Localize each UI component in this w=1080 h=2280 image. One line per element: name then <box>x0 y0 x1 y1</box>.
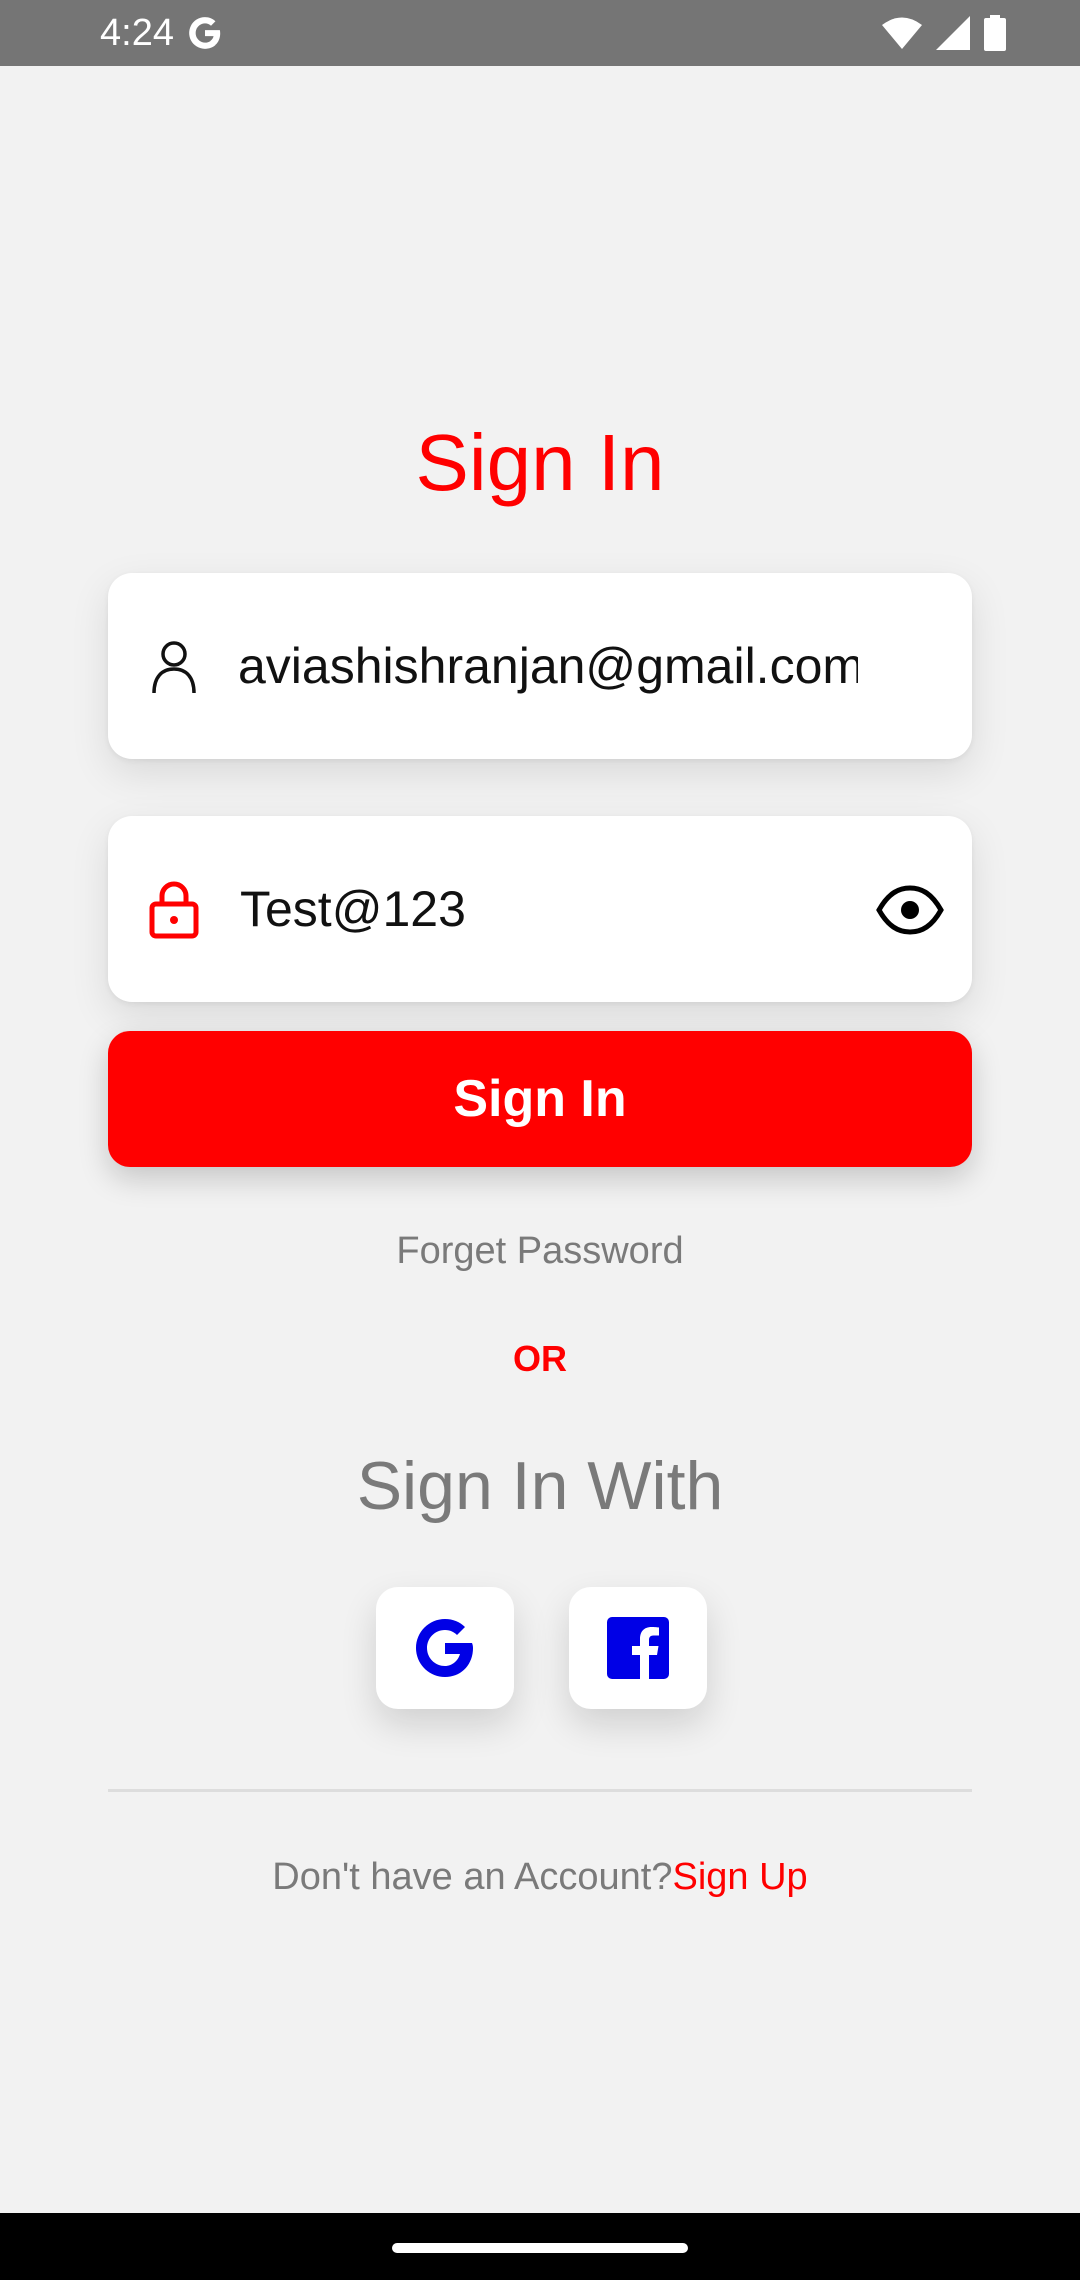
navigation-bar <box>0 2213 1080 2280</box>
wifi-icon <box>882 17 922 49</box>
page-title: Sign In <box>415 418 665 507</box>
sign-up-link[interactable]: Sign Up <box>673 1856 808 1898</box>
facebook-icon <box>607 1617 669 1679</box>
user-icon <box>152 641 196 694</box>
sign-in-button[interactable]: Sign In <box>108 1031 972 1167</box>
battery-icon <box>984 15 1006 51</box>
password-input[interactable] <box>240 816 860 1002</box>
divider <box>108 1789 972 1792</box>
facebook-sign-in-button[interactable] <box>569 1587 707 1709</box>
social-heading: Sign In With <box>356 1448 724 1524</box>
google-icon <box>416 1619 473 1677</box>
email-field[interactable] <box>108 573 972 759</box>
eye-icon[interactable] <box>876 876 944 944</box>
or-separator: OR <box>513 1338 567 1379</box>
lock-icon <box>149 881 199 939</box>
password-field[interactable] <box>108 816 972 1002</box>
forget-password-link[interactable]: Forget Password <box>0 1226 1080 1276</box>
sign-in-screen: 4:24 Sign In aviashishranjan@gmail.com T… <box>0 0 1080 2280</box>
email-input[interactable] <box>238 573 858 759</box>
status-time: 4:24 <box>100 12 174 54</box>
signal-icon <box>936 16 970 50</box>
home-gesture-handle[interactable] <box>392 2243 688 2253</box>
signup-prompt: Don't have an Account?Sign Up <box>0 1852 1080 1902</box>
google-g-icon <box>189 17 221 49</box>
status-bar: 4:24 <box>0 0 1080 66</box>
signup-prompt-text: Don't have an Account? <box>272 1856 673 1898</box>
google-sign-in-button[interactable] <box>376 1587 514 1709</box>
status-icons <box>882 14 1006 52</box>
